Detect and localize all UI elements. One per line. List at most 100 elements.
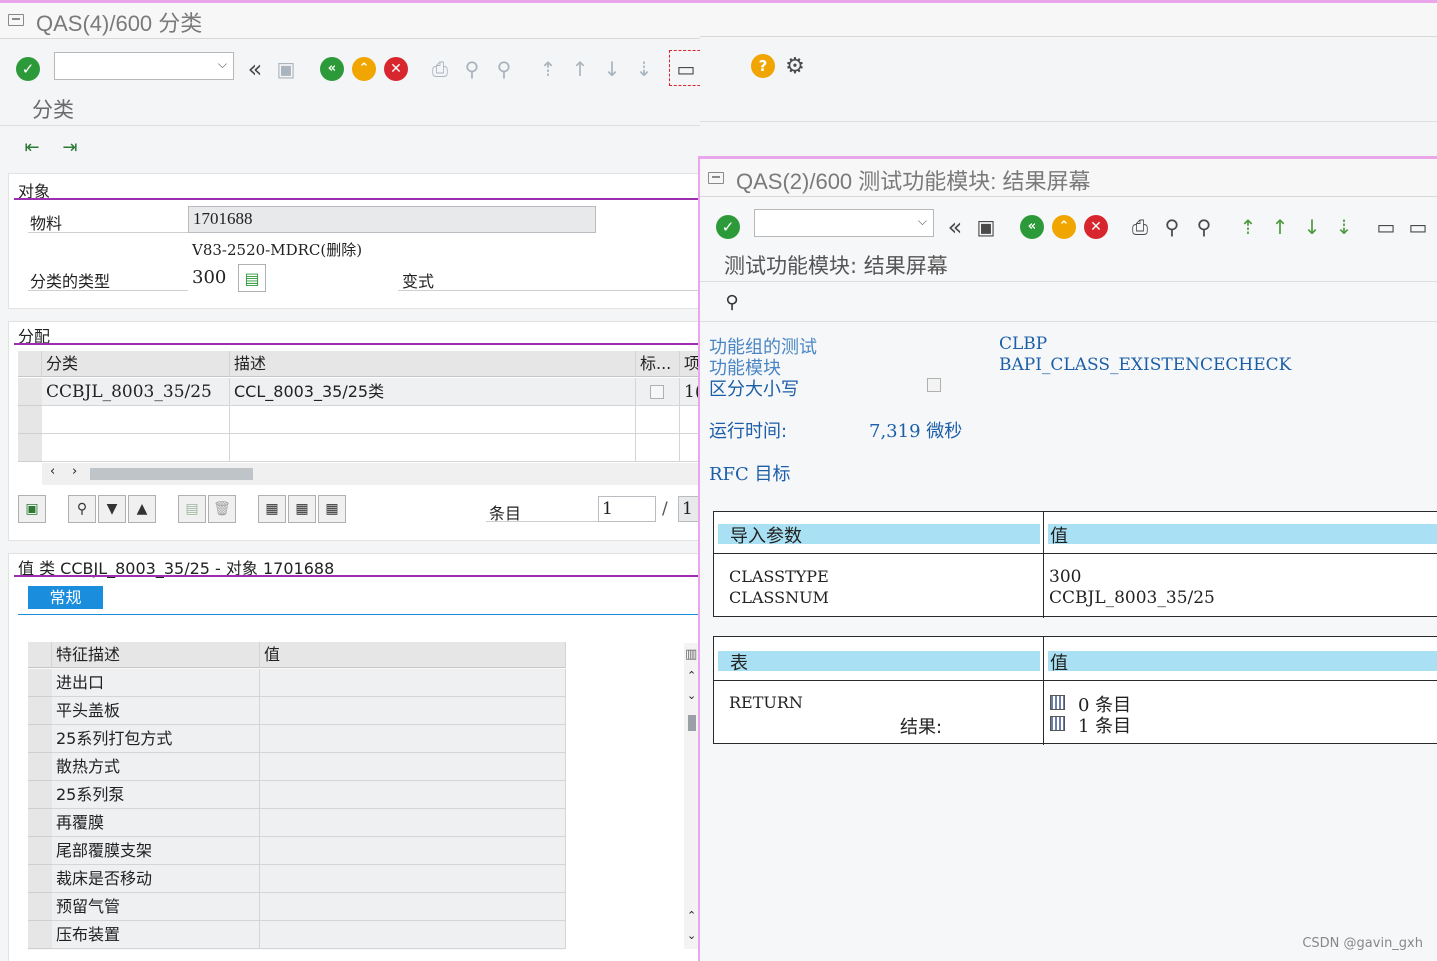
scroll-up-icon[interactable]: ⌃ bbox=[687, 669, 696, 682]
save-icon[interactable]: ▣ bbox=[274, 57, 298, 81]
enter-check-icon[interactable]: ✓ bbox=[716, 215, 740, 239]
characteristic-value-cell[interactable] bbox=[260, 725, 566, 753]
row-selector[interactable] bbox=[18, 434, 42, 462]
table-icon[interactable] bbox=[1050, 695, 1065, 710]
case-sensitive-checkbox[interactable] bbox=[927, 378, 941, 392]
select-all-button[interactable]: ▦ bbox=[258, 495, 286, 523]
print-icon[interactable]: ⎙ bbox=[1128, 215, 1152, 239]
command-field[interactable]: ⌵ bbox=[754, 209, 934, 237]
scroll-thumb[interactable] bbox=[90, 468, 253, 480]
previous-page-icon[interactable]: ↑ bbox=[568, 57, 592, 81]
horizontal-scrollbar[interactable]: ‹ › bbox=[42, 463, 700, 485]
next-page-icon[interactable]: ↓ bbox=[600, 57, 624, 81]
tab-general[interactable]: 常规 bbox=[28, 586, 103, 609]
empty-cell[interactable] bbox=[42, 434, 230, 462]
scroll-down-icon[interactable]: ⌄ bbox=[687, 689, 696, 702]
double-chevron-left-icon[interactable]: « bbox=[943, 213, 967, 241]
return-entries-after[interactable]: 1 条目 bbox=[1078, 712, 1131, 738]
empty-cell[interactable] bbox=[230, 406, 636, 434]
next-object-icon[interactable]: ⇥ bbox=[58, 135, 82, 159]
scroll-up-icon[interactable]: ⌃ bbox=[687, 909, 696, 922]
back-icon[interactable]: « bbox=[1020, 215, 1044, 239]
command-field[interactable]: ⌵ bbox=[54, 52, 234, 80]
empty-cell[interactable] bbox=[636, 406, 680, 434]
delete-row-button[interactable]: 🗑 bbox=[208, 495, 236, 523]
find-icon[interactable]: ⚲ bbox=[460, 57, 484, 81]
previous-page-icon[interactable]: ↑ bbox=[1268, 215, 1292, 239]
characteristic-value-cell[interactable] bbox=[260, 669, 566, 697]
window-menu-icon[interactable] bbox=[8, 14, 24, 26]
exit-icon[interactable]: ⌃ bbox=[1052, 215, 1076, 239]
generate-shortcut-icon[interactable]: ▭ bbox=[1406, 215, 1430, 239]
first-page-icon[interactable]: ⇡ bbox=[1236, 215, 1260, 239]
row-selector[interactable] bbox=[28, 865, 52, 893]
deselect-button[interactable]: ▦ bbox=[318, 495, 346, 523]
characteristic-value-cell[interactable] bbox=[260, 697, 566, 725]
create-session-icon[interactable]: ▭ bbox=[1374, 215, 1398, 239]
empty-cell[interactable] bbox=[680, 406, 700, 434]
double-chevron-left-icon[interactable]: « bbox=[243, 55, 267, 83]
display-detail-icon[interactable]: ⚲ bbox=[720, 290, 744, 314]
select-block-button[interactable]: ▦ bbox=[288, 495, 316, 523]
row-selector[interactable] bbox=[28, 697, 52, 725]
last-page-icon[interactable]: ⇣ bbox=[632, 57, 656, 81]
standard-checkbox[interactable] bbox=[650, 385, 664, 399]
characteristic-value-cell[interactable] bbox=[260, 893, 566, 921]
first-page-icon[interactable]: ⇡ bbox=[536, 57, 560, 81]
assignment-item-cell[interactable]: 1( bbox=[680, 378, 700, 406]
scroll-thumb[interactable] bbox=[688, 715, 696, 731]
characteristic-value-cell[interactable] bbox=[260, 865, 566, 893]
assignment-description-cell[interactable]: CCL_8003_35/25类 bbox=[230, 378, 636, 406]
print-icon[interactable]: ⎙ bbox=[428, 57, 452, 81]
cancel-icon[interactable]: ✕ bbox=[1084, 215, 1108, 239]
characteristic-value-cell[interactable] bbox=[260, 921, 566, 949]
scroll-down-icon[interactable]: ⌄ bbox=[687, 929, 696, 942]
column-header-standard[interactable]: 标... bbox=[636, 351, 680, 377]
row-selector[interactable] bbox=[28, 837, 52, 865]
settings-gear-icon[interactable]: ⚙ bbox=[783, 54, 807, 79]
column-header-description[interactable]: 描述 bbox=[230, 351, 636, 377]
column-header-item[interactable]: 项 bbox=[680, 351, 700, 377]
cancel-icon[interactable]: ✕ bbox=[384, 57, 408, 81]
choose-button[interactable]: ⚲ bbox=[68, 495, 96, 523]
characteristic-value-cell[interactable] bbox=[260, 837, 566, 865]
scroll-left-icon[interactable]: ‹ bbox=[50, 464, 55, 479]
assignment-standard-cell[interactable] bbox=[636, 378, 680, 406]
empty-cell[interactable] bbox=[230, 434, 636, 462]
row-selector[interactable] bbox=[18, 406, 42, 434]
column-header-class[interactable]: 分类 bbox=[42, 351, 230, 377]
row-selector[interactable] bbox=[18, 378, 42, 406]
row-selector[interactable] bbox=[28, 921, 52, 949]
back-icon[interactable]: « bbox=[320, 57, 344, 81]
insert-row-button[interactable]: ▤ bbox=[178, 495, 206, 523]
assignment-class-cell[interactable]: CCBJL_8003_35/25 bbox=[42, 378, 230, 406]
column-header-value[interactable]: 值 bbox=[260, 642, 566, 668]
row-selector[interactable] bbox=[28, 725, 52, 753]
enter-check-icon[interactable]: ✓ bbox=[16, 57, 40, 81]
characteristic-value-cell[interactable] bbox=[260, 753, 566, 781]
create-session-icon[interactable]: ▭ bbox=[674, 57, 698, 81]
characteristic-value-cell[interactable] bbox=[260, 809, 566, 837]
empty-cell[interactable] bbox=[42, 406, 230, 434]
entry-input[interactable]: 1 bbox=[598, 496, 656, 522]
sort-up-button[interactable]: ▲ bbox=[128, 495, 156, 523]
class-type-search-button[interactable]: ▤ bbox=[238, 264, 266, 292]
row-selector[interactable] bbox=[28, 809, 52, 837]
previous-object-icon[interactable]: ⇤ bbox=[20, 135, 44, 159]
exit-icon[interactable]: ⌃ bbox=[352, 57, 376, 81]
row-selector[interactable] bbox=[28, 781, 52, 809]
empty-cell[interactable] bbox=[680, 434, 700, 462]
detail-button[interactable]: ▣ bbox=[18, 495, 46, 523]
empty-cell[interactable] bbox=[636, 434, 680, 462]
next-page-icon[interactable]: ↓ bbox=[1300, 215, 1324, 239]
help-icon[interactable]: ? bbox=[751, 54, 775, 78]
row-selector[interactable] bbox=[28, 669, 52, 697]
window-menu-icon[interactable] bbox=[708, 172, 724, 184]
column-header-characteristic[interactable]: 特征描述 bbox=[52, 642, 260, 668]
find-next-icon[interactable]: ⚲ bbox=[492, 57, 516, 81]
save-icon[interactable]: ▣ bbox=[974, 215, 998, 239]
table-icon[interactable] bbox=[1050, 716, 1065, 731]
row-selector[interactable] bbox=[28, 753, 52, 781]
last-page-icon[interactable]: ⇣ bbox=[1332, 215, 1356, 239]
row-selector[interactable] bbox=[28, 893, 52, 921]
